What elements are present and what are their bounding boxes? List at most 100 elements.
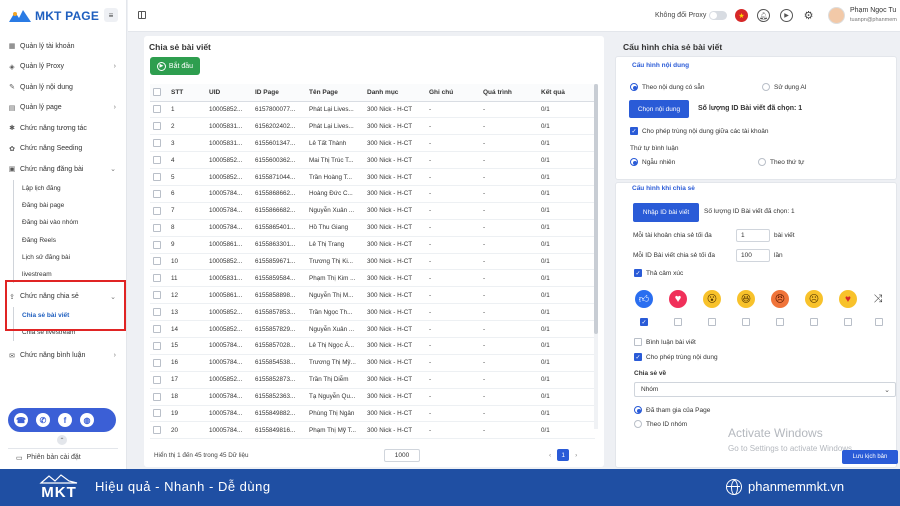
like-checkbox[interactable]: ✓	[640, 318, 648, 326]
like-reaction-icon[interactable]: 👍︎	[635, 290, 653, 308]
import-post-id-button[interactable]: Nhập ID bài viết	[633, 203, 699, 222]
current-page-button[interactable]: 1	[557, 449, 570, 461]
prev-page-button[interactable]: ‹	[549, 452, 551, 459]
table-row[interactable]: 7 10005784... 6155866682... Nguyễn Xuân ...…	[150, 202, 595, 220]
avatar[interactable]	[828, 7, 845, 24]
row-checkbox[interactable]	[150, 371, 168, 389]
angry-checkbox[interactable]	[776, 318, 784, 326]
sad-reaction-icon[interactable]: ☹	[805, 290, 823, 308]
row-checkbox[interactable]	[150, 354, 168, 372]
sad-checkbox[interactable]	[810, 318, 818, 326]
row-checkbox[interactable]	[150, 151, 168, 170]
haha-reaction-icon[interactable]: 😆︎	[737, 290, 755, 308]
column-header[interactable]: UID	[206, 84, 252, 102]
select-all-checkbox[interactable]	[150, 84, 168, 102]
row-checkbox[interactable]	[150, 134, 168, 153]
table-row[interactable]: 10 10005852... 6155859671... Trương Thị Ki.…	[150, 253, 595, 271]
version-button[interactable]: ▭ Phiên bản cài đặt	[8, 448, 118, 466]
table-row[interactable]: 12 10005861... 6155858898... Nguyễn Thị M..…	[150, 286, 595, 305]
sidebar-subitem-reels[interactable]: Đăng Reels	[13, 231, 126, 249]
radio-random-order[interactable]: Ngẫu nhiên	[630, 158, 675, 166]
sidebar-item-comments[interactable]: ✉ Chức năng bình luận ›	[0, 345, 126, 366]
table-row[interactable]: 8 10005784... 6155865401... Hồ Thu Giang 300…	[150, 219, 595, 237]
row-checkbox[interactable]	[150, 421, 168, 440]
row-checkbox[interactable]	[150, 202, 168, 220]
table-row[interactable]: 18 10005784... 6155852363... Tạ Nguyễn Qu..…	[150, 388, 595, 406]
care-reaction-icon[interactable]: ♥	[839, 290, 857, 308]
column-header[interactable]: Tên Page	[306, 84, 364, 102]
table-row[interactable]: 13 10005852... 6155857853... Trần Ngọc Th..…	[150, 303, 595, 322]
max-per-account-input[interactable]: 1	[736, 229, 770, 242]
table-row[interactable]: 11 10005831... 6155859584... Phạm Thị Kim .…	[150, 269, 595, 288]
row-checkbox[interactable]	[150, 168, 168, 186]
table-row[interactable]: 1 10005852... 6157800077... Phát Lại Lives.…	[150, 101, 595, 119]
next-page-button[interactable]: ›	[575, 452, 577, 459]
radio-joined-pages[interactable]: Đã tham gia của Page	[634, 406, 710, 414]
angry-reaction-icon[interactable]: 😠︎	[771, 290, 789, 308]
share-to-select[interactable]: Nhóm ⌄	[634, 382, 896, 397]
column-header[interactable]: Danh mục	[364, 84, 426, 102]
row-checkbox[interactable]	[150, 303, 168, 322]
row-checkbox[interactable]	[150, 388, 168, 406]
row-checkbox[interactable]	[150, 269, 168, 288]
sidebar-subitem-history[interactable]: Lịch sử đăng bài	[13, 248, 126, 266]
column-header[interactable]: Kết quả	[538, 84, 595, 102]
row-checkbox[interactable]	[150, 405, 168, 423]
sidebar-item-pages[interactable]: ▤ Quản lý page ›	[0, 98, 126, 119]
facebook-icon[interactable]: f	[58, 413, 72, 427]
radio-use-ai[interactable]: Sử dụng AI	[762, 83, 807, 91]
proxy-toggle[interactable]	[709, 11, 727, 20]
row-checkbox[interactable]	[150, 253, 168, 271]
table-row[interactable]: 5 10005852... 6155871044... Trần Hoàng T...…	[150, 168, 595, 186]
column-header[interactable]: ID Page	[252, 84, 306, 102]
max-per-post-input[interactable]: 100	[736, 249, 770, 262]
row-checkbox[interactable]	[150, 337, 168, 355]
choose-content-button[interactable]: Chọn nội dung	[629, 100, 689, 118]
row-checkbox[interactable]	[150, 117, 168, 136]
messenger-icon[interactable]: ✆	[36, 413, 50, 427]
collapse-up-icon[interactable]: ⌃	[57, 435, 67, 445]
react-checkbox[interactable]: ✓ Thả cảm xúc	[634, 269, 683, 277]
table-row[interactable]: 17 10005852... 6155852873... Trần Thị Diễm 3…	[150, 371, 595, 389]
sidebar-item-content[interactable]: ✎ Quản lý nội dung	[0, 77, 126, 98]
love-checkbox[interactable]	[674, 318, 682, 326]
wow-reaction-icon[interactable]: 😮︎	[703, 290, 721, 308]
love-reaction-icon[interactable]: ♥	[669, 290, 687, 308]
sidebar-subitem-post-group[interactable]: Đăng bài vào nhóm	[13, 214, 126, 232]
row-checkbox[interactable]	[150, 236, 168, 254]
sidebar-subitem-post-page[interactable]: Đăng bài page	[13, 196, 126, 215]
table-row[interactable]: 2 10005831... 6156202402... Phát Lại Lives.…	[150, 117, 595, 136]
radio-available-content[interactable]: Theo nội dung có sẵn	[630, 83, 705, 91]
sidebar-item-seeding[interactable]: ✿ Chức năng Seeding	[0, 139, 126, 160]
table-row[interactable]: 20 10005784... 6155849816... Phạm Thị Mỹ T.…	[150, 421, 595, 440]
row-checkbox[interactable]	[150, 101, 168, 119]
row-checkbox[interactable]	[150, 219, 168, 237]
row-checkbox[interactable]	[150, 286, 168, 305]
bell-icon[interactable]: 🔔︎	[757, 9, 770, 22]
gear-icon[interactable]: ⚙	[802, 9, 815, 22]
table-scrollbar[interactable]	[594, 84, 598, 429]
vietnam-flag-icon[interactable]: ★	[735, 9, 748, 22]
save-script-button[interactable]: Lưu kịch bản	[842, 450, 898, 464]
sidebar-item-posting[interactable]: ▣ Chức năng đăng bài ⌄	[0, 159, 126, 180]
globe-icon[interactable]: ◍	[80, 413, 94, 427]
support-icon[interactable]: ☎	[14, 413, 28, 427]
start-button[interactable]: ▶ Bắt đầu	[150, 57, 200, 75]
allow-duplicate-accounts-checkbox[interactable]: ✓ Cho phép trùng nội dung giữa các tài kh…	[630, 127, 769, 135]
allow-duplicate-content-checkbox[interactable]: ✓ Cho phép trùng nội dung	[634, 353, 718, 361]
random-checkbox[interactable]	[875, 318, 883, 326]
sidebar-subitem-schedule[interactable]: Lập lịch đăng	[13, 179, 126, 197]
layout-icon[interactable]	[138, 11, 146, 19]
sidebar-item-interaction[interactable]: ✱ Chức năng tương tác	[0, 118, 126, 139]
play-icon[interactable]: ▶	[780, 9, 793, 22]
comment-post-checkbox[interactable]: Bình luận bài viết	[634, 338, 696, 346]
sidebar-item-accounts[interactable]: ▦ Quản lý tài khoản	[0, 36, 126, 57]
row-checkbox[interactable]	[150, 185, 168, 203]
radio-sequential-order[interactable]: Theo thứ tự	[758, 158, 804, 166]
table-row[interactable]: 4 10005852... 6155600362... Mai Thị Trúc T.…	[150, 151, 595, 170]
sidebar-item-proxy[interactable]: ◈ Quản lý Proxy ›	[0, 57, 126, 78]
care-checkbox[interactable]	[844, 318, 852, 326]
haha-checkbox[interactable]	[742, 318, 750, 326]
table-row[interactable]: 15 10005784... 6155857028... Lê Thị Ngọc Á.…	[150, 337, 595, 355]
column-header[interactable]: Ghi chú	[426, 84, 480, 102]
